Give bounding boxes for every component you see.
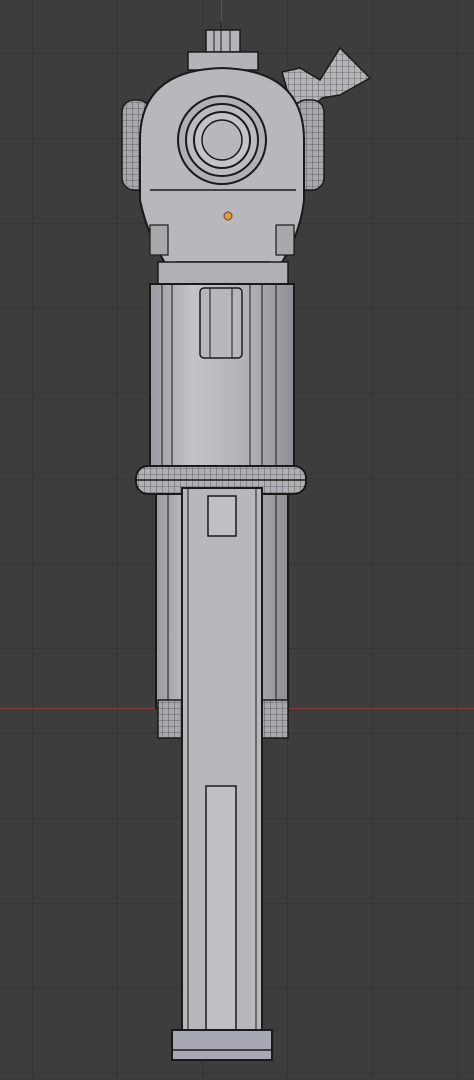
top-sight — [187, 22, 259, 71]
main-body — [149, 283, 295, 471]
base-foot — [171, 1029, 273, 1061]
handle-grip — [181, 487, 263, 1039]
wireframe-model[interactable] — [0, 0, 474, 1080]
3d-viewport[interactable] — [0, 0, 474, 1080]
vertex-marker — [223, 211, 233, 221]
